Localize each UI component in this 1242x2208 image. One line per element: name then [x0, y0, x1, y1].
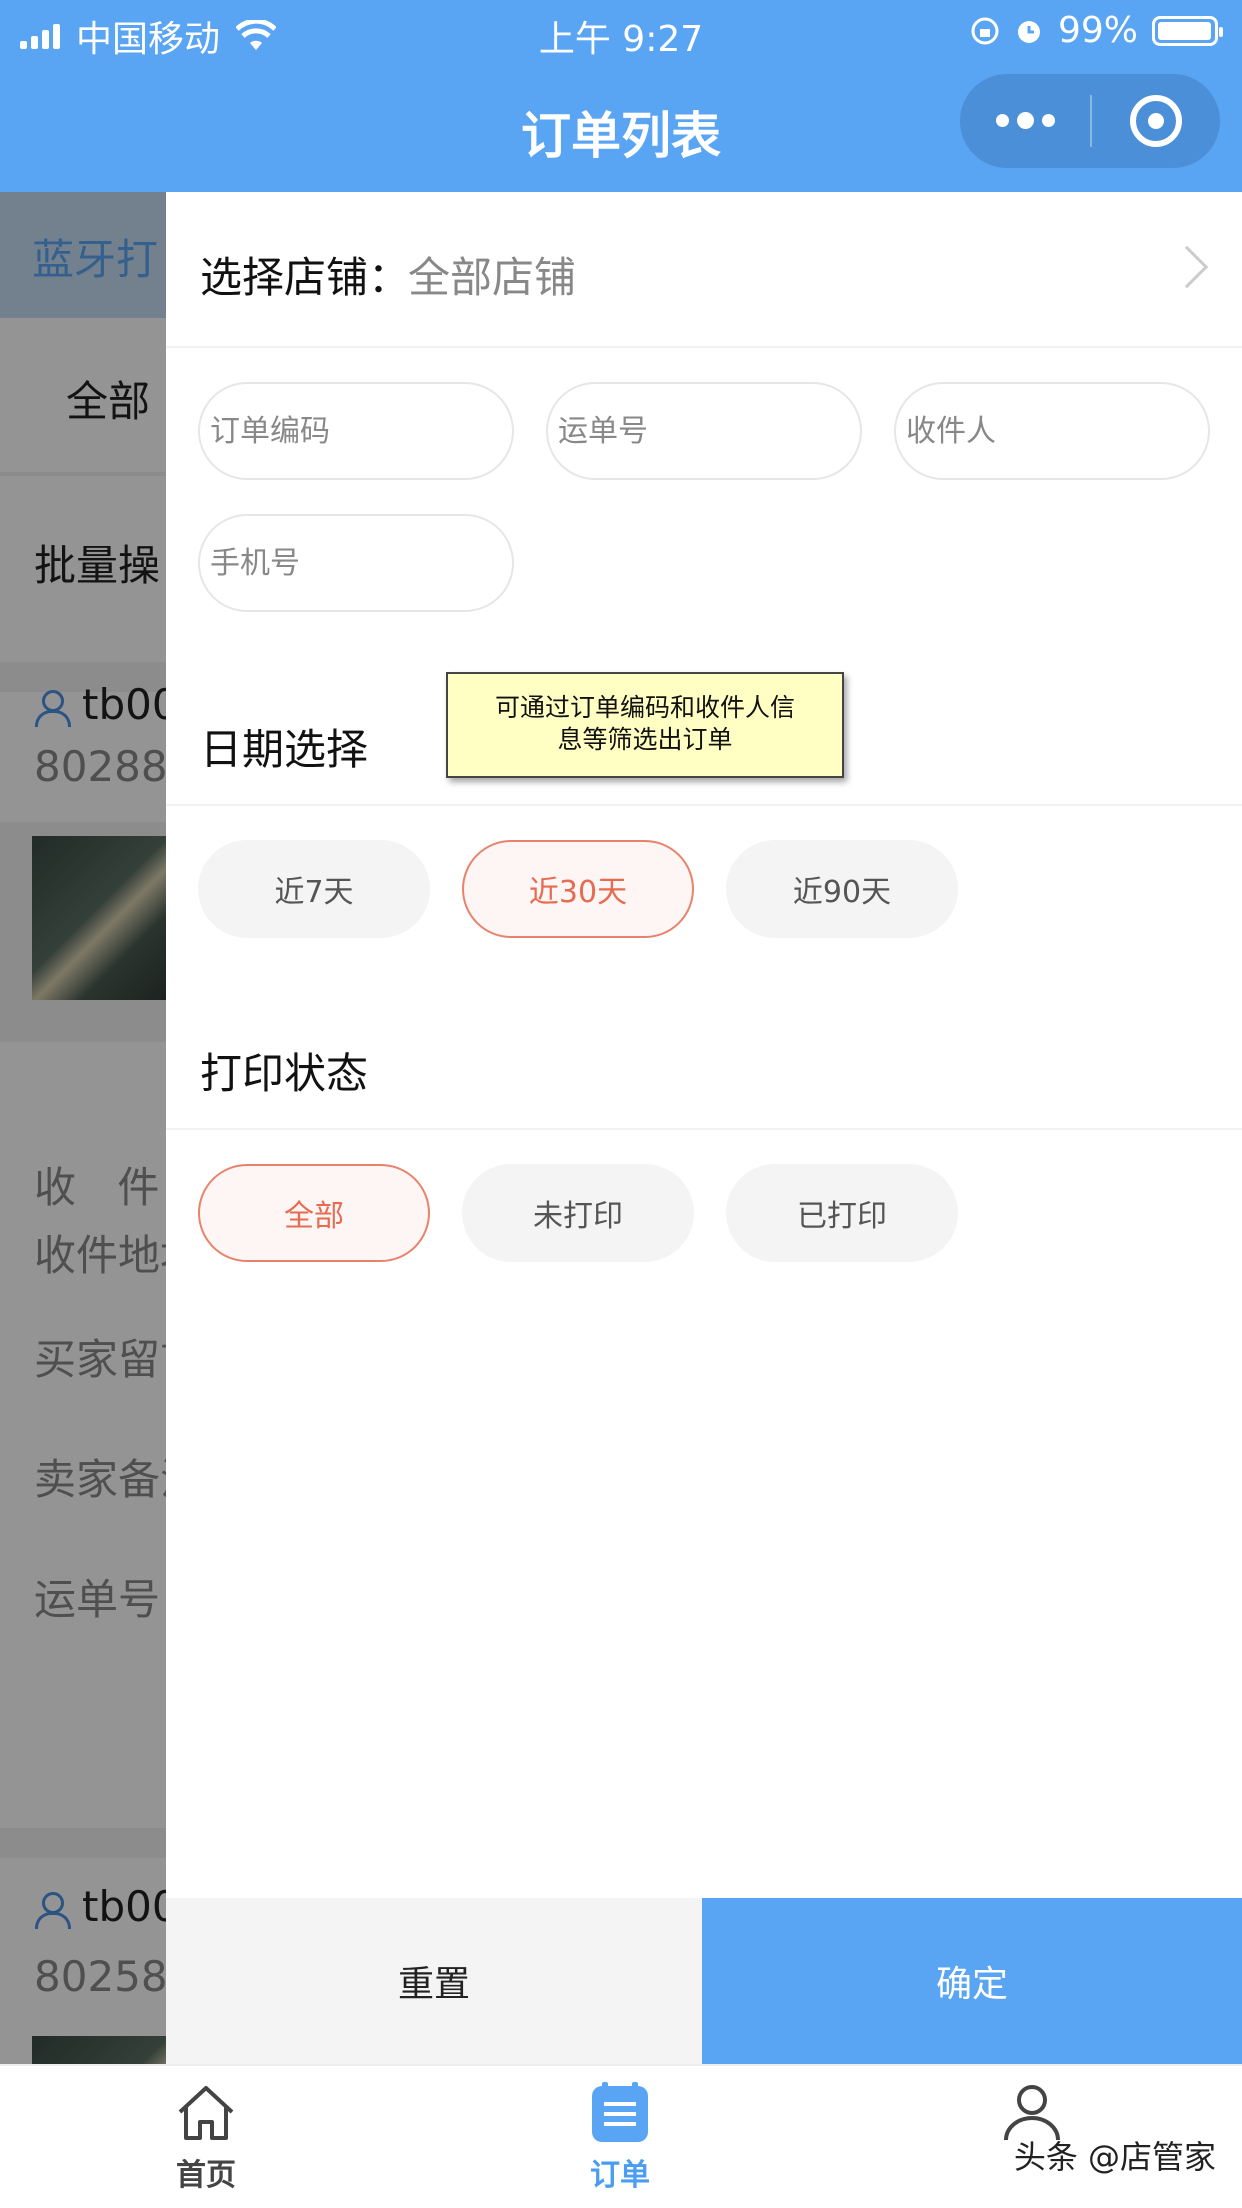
print-option-all[interactable]: 全部 — [198, 1164, 430, 1262]
tab-orders-label: 订单 — [590, 2158, 650, 2193]
status-bar: 中国移动 上午 9:27 99% — [0, 0, 1242, 62]
print-option-printed[interactable]: 已打印 — [726, 1164, 958, 1262]
print-section-title: 打印状态 — [200, 1049, 369, 1098]
nav-bar: 订单列表 — [0, 62, 1242, 192]
tab-home-label: 首页 — [176, 2158, 236, 2193]
rotation-lock-icon — [971, 17, 999, 44]
order-list-icon — [592, 2082, 648, 2142]
date-section-title: 日期选择 — [200, 725, 369, 774]
order-code-input[interactable] — [198, 382, 514, 480]
more-icon[interactable] — [960, 111, 1090, 129]
hint-tooltip: 可通过订单编码和收件人信 息等筛选出订单 — [446, 672, 844, 778]
date-option-30[interactable]: 近30天 — [462, 840, 694, 938]
filter-drawer: 选择店铺： 全部店铺 日期选择 近7天 近30天 近90天 打印状态 全部 未打… — [166, 192, 1242, 2064]
waybill-input[interactable] — [546, 382, 862, 480]
watermark: 头条 @店管家 — [1013, 2138, 1216, 2176]
confirm-button[interactable]: 确定 — [702, 1898, 1242, 2064]
battery-icon — [1152, 15, 1223, 46]
print-option-unprinted[interactable]: 未打印 — [462, 1164, 694, 1262]
date-option-7[interactable]: 近7天 — [198, 840, 430, 938]
tooltip-line: 可通过订单编码和收件人信 — [494, 693, 795, 722]
reset-button[interactable]: 重置 — [166, 1898, 702, 2064]
store-selector[interactable]: 选择店铺： 全部店铺 — [166, 192, 1242, 348]
receiver-input[interactable] — [894, 382, 1210, 480]
miniprogram-capsule — [960, 74, 1220, 168]
close-target-icon[interactable] — [1092, 95, 1220, 147]
phone-input[interactable] — [198, 514, 514, 612]
alarm-icon — [1017, 20, 1040, 43]
home-icon — [178, 2086, 234, 2140]
chevron-right-icon — [1165, 245, 1209, 289]
store-value: 全部店铺 — [408, 253, 577, 302]
date-option-90[interactable]: 近90天 — [726, 840, 958, 938]
tab-orders[interactable]: 订单 — [520, 2082, 720, 2194]
divider — [166, 804, 1242, 806]
tab-home[interactable]: 首页 — [106, 2082, 306, 2194]
store-label: 选择店铺： — [200, 253, 411, 302]
battery-percent: 99% — [1057, 10, 1138, 51]
tooltip-line: 息等筛选出订单 — [557, 725, 733, 754]
divider — [166, 1128, 1242, 1130]
